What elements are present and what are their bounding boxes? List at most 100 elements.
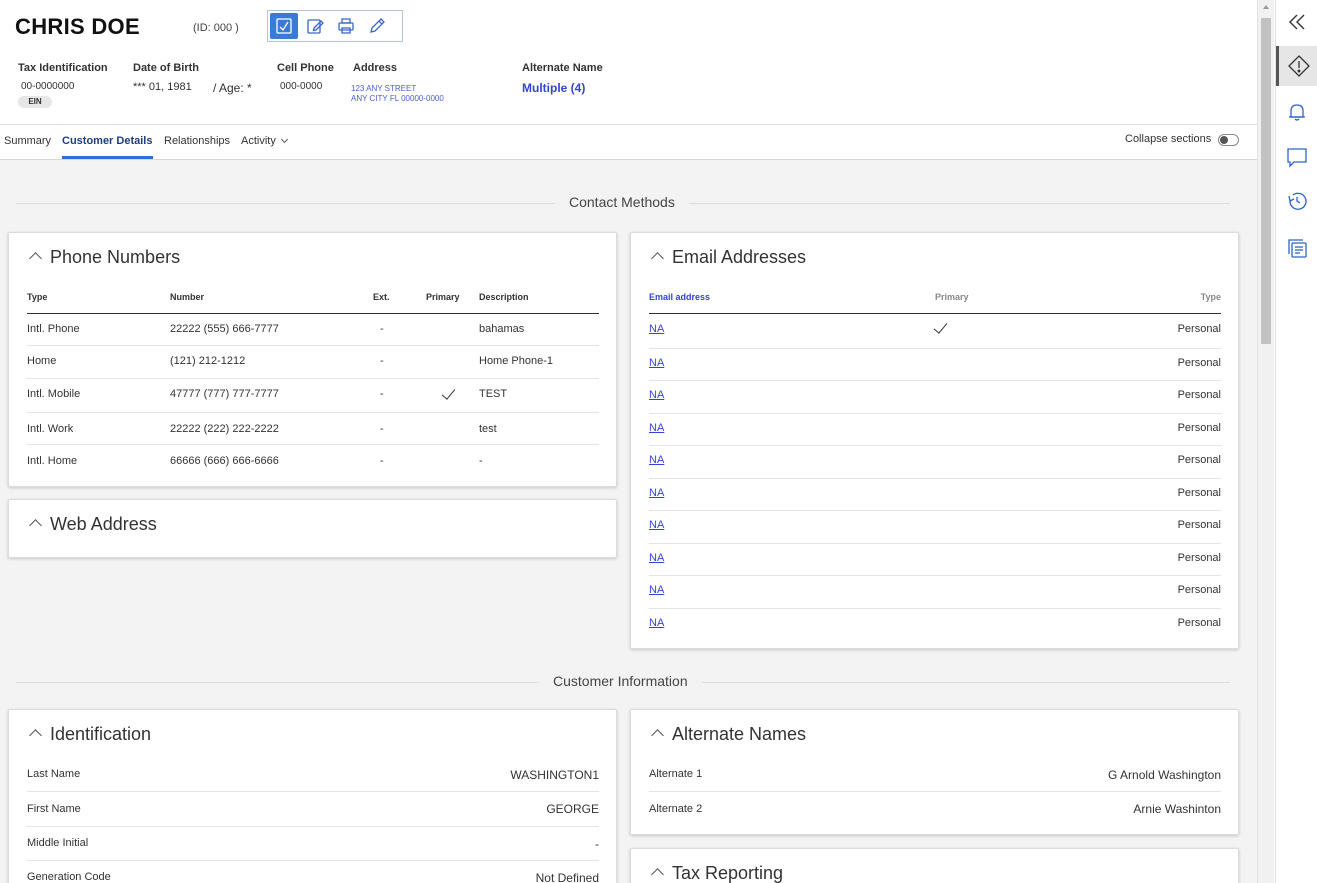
chevron-up-icon bbox=[29, 252, 42, 265]
pencil-button[interactable] bbox=[363, 13, 391, 39]
alerts-button[interactable] bbox=[1276, 46, 1317, 86]
vertical-scrollbar[interactable] bbox=[1257, 0, 1274, 883]
email-link[interactable]: NA bbox=[649, 454, 664, 466]
address-line-2[interactable]: ANY CITY FL 00000-0000 bbox=[351, 94, 444, 103]
email-link[interactable]: NA bbox=[649, 584, 664, 596]
cell-phone-value: 000-0000 bbox=[280, 81, 323, 92]
row-divider bbox=[649, 575, 1221, 576]
phone-numbers-header[interactable]: Phone Numbers bbox=[29, 247, 180, 268]
email-type: Personal bbox=[1177, 584, 1221, 596]
row-divider bbox=[27, 791, 599, 792]
phone-description: test bbox=[479, 423, 497, 435]
row-divider bbox=[27, 412, 599, 413]
edit-note-icon bbox=[307, 19, 324, 34]
phone-description: TEST bbox=[479, 388, 508, 400]
email-link[interactable]: NA bbox=[649, 422, 664, 434]
email-type: Personal bbox=[1177, 617, 1221, 629]
phone-number: 47777 (777) 777-7777 bbox=[170, 388, 279, 400]
print-button[interactable] bbox=[332, 13, 360, 39]
identification-card: Identification Last Name WASHINGTON1 Fir… bbox=[8, 709, 617, 883]
edit-note-button[interactable] bbox=[301, 13, 329, 39]
dob-value: *** 01, 1981 bbox=[133, 81, 192, 93]
collapse-panel-button[interactable] bbox=[1276, 2, 1317, 42]
row-divider bbox=[649, 478, 1221, 479]
chevron-up-icon bbox=[651, 729, 664, 742]
field-value: WASHINGTON1 bbox=[510, 768, 599, 782]
identification-header[interactable]: Identification bbox=[29, 724, 151, 745]
tab-activity[interactable]: Activity bbox=[241, 135, 288, 147]
email-col-type[interactable]: Type bbox=[1121, 292, 1221, 302]
row-divider bbox=[649, 445, 1221, 446]
email-link[interactable]: NA bbox=[649, 357, 664, 369]
collapse-sections-toggle[interactable] bbox=[1218, 134, 1239, 146]
collapse-sections-label: Collapse sections bbox=[1125, 133, 1212, 145]
primary-check-icon bbox=[933, 319, 948, 334]
primary-check-icon bbox=[441, 385, 456, 400]
active-tab-indicator bbox=[62, 156, 153, 159]
field-value: G Arnold Washington bbox=[1108, 768, 1221, 782]
table-header-rule bbox=[27, 313, 599, 314]
section-title-customer-information: Customer Information bbox=[539, 673, 702, 689]
section-title-contact-methods: Contact Methods bbox=[555, 194, 689, 210]
tab-bar: Summary Customer Details Relationships A… bbox=[0, 125, 1257, 160]
field-label: Generation Code bbox=[27, 871, 111, 883]
email-link[interactable]: NA bbox=[649, 617, 664, 629]
phone-ext: - bbox=[380, 355, 384, 367]
phone-description: bahamas bbox=[479, 323, 525, 335]
alternate-name-link[interactable]: Multiple (4) bbox=[522, 81, 585, 95]
phone-numbers-card: Phone Numbers Type Number Ext. Primary D… bbox=[8, 232, 617, 487]
field-label: Middle Initial bbox=[27, 837, 89, 849]
tax-id-label: Tax Identification bbox=[18, 62, 108, 74]
phone-number: (121) 212-1212 bbox=[170, 355, 246, 367]
email-col-primary[interactable]: Primary bbox=[935, 292, 969, 302]
history-button[interactable] bbox=[1276, 181, 1317, 221]
field-label: Last Name bbox=[27, 768, 81, 780]
cell-phone-label: Cell Phone bbox=[277, 62, 334, 74]
row-divider bbox=[649, 608, 1221, 609]
phone-number: 22222 (555) 666-7777 bbox=[170, 323, 279, 335]
tax-reporting-header[interactable]: Tax Reporting bbox=[651, 863, 783, 883]
messages-button[interactable] bbox=[1276, 137, 1317, 177]
email-link[interactable]: NA bbox=[649, 323, 664, 335]
chat-icon bbox=[1287, 148, 1307, 168]
email-type: Personal bbox=[1177, 552, 1221, 564]
phone-col-primary: Primary bbox=[426, 292, 460, 302]
email-col-address[interactable]: Email address bbox=[649, 292, 710, 302]
notifications-button[interactable] bbox=[1276, 92, 1317, 132]
address-line-1[interactable]: 123 ANY STREET bbox=[351, 84, 416, 93]
web-address-title: Web Address bbox=[50, 514, 157, 534]
row-divider bbox=[649, 380, 1221, 381]
scroll-up-arrow-icon[interactable] bbox=[1263, 5, 1269, 9]
email-link[interactable]: NA bbox=[649, 487, 664, 499]
tab-relationships[interactable]: Relationships bbox=[164, 135, 230, 147]
row-divider bbox=[649, 510, 1221, 511]
email-addresses-header[interactable]: Email Addresses bbox=[651, 247, 806, 268]
checklist-icon bbox=[276, 18, 292, 34]
scroll-thumb[interactable] bbox=[1261, 18, 1271, 344]
web-address-header[interactable]: Web Address bbox=[29, 514, 157, 535]
phone-ext: - bbox=[380, 323, 384, 335]
alert-icon bbox=[1287, 55, 1310, 77]
table-header-rule bbox=[649, 313, 1221, 314]
alternate-names-header[interactable]: Alternate Names bbox=[651, 724, 806, 745]
dob-label: Date of Birth bbox=[133, 62, 199, 74]
tab-summary[interactable]: Summary bbox=[4, 135, 51, 147]
email-link[interactable]: NA bbox=[649, 519, 664, 531]
documents-button[interactable] bbox=[1276, 228, 1317, 268]
row-divider bbox=[649, 791, 1221, 792]
field-label: Alternate 2 bbox=[649, 803, 703, 815]
email-type: Personal bbox=[1177, 487, 1221, 499]
alternate-names-card: Alternate Names Alternate 1 G Arnold Was… bbox=[630, 709, 1239, 835]
chevron-up-icon bbox=[29, 729, 42, 742]
row-divider bbox=[649, 348, 1221, 349]
phone-type: Home bbox=[27, 355, 57, 367]
email-type: Personal bbox=[1177, 519, 1221, 531]
customer-id: (ID: 000 ) bbox=[193, 22, 239, 34]
tab-customer-details[interactable]: Customer Details bbox=[62, 135, 152, 147]
address-label: Address bbox=[353, 62, 398, 74]
web-address-card: Web Address bbox=[8, 499, 617, 558]
email-link[interactable]: NA bbox=[649, 389, 664, 401]
checklist-button[interactable] bbox=[270, 13, 298, 39]
email-link[interactable]: NA bbox=[649, 552, 664, 564]
phone-number: 22222 (222) 222-2222 bbox=[170, 423, 279, 435]
